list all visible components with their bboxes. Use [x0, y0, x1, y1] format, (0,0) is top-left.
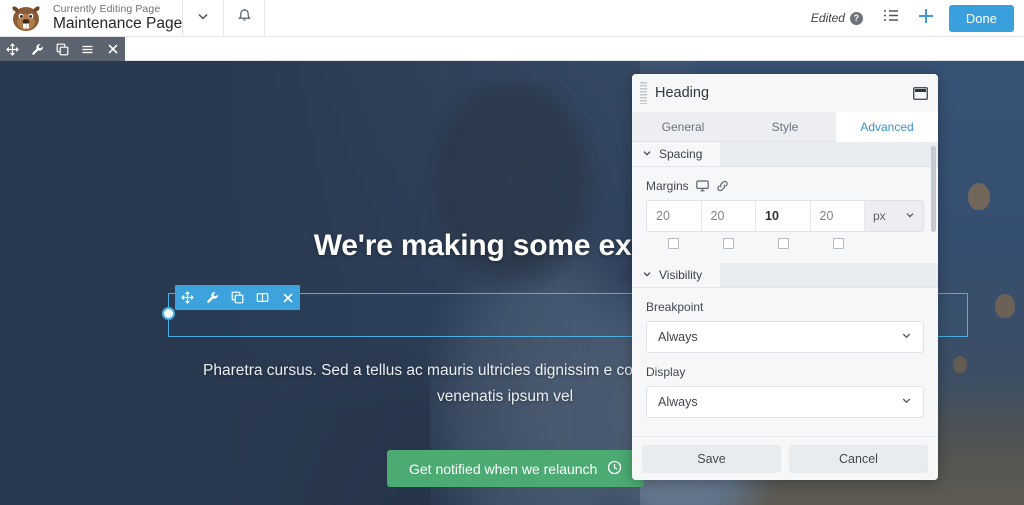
- breakpoint-field: Breakpoint Always: [632, 288, 938, 353]
- chevron-down-icon: [901, 395, 912, 409]
- row-toolbar-actions: [0, 37, 125, 61]
- margin-left-global-checkbox[interactable]: [833, 238, 844, 249]
- margin-left-checkbox-cell: [811, 238, 866, 249]
- edited-label: Edited: [811, 11, 845, 25]
- chevron-down-icon: [901, 330, 912, 344]
- close-icon[interactable]: [275, 285, 300, 310]
- desktop-icon[interactable]: [696, 180, 709, 192]
- section-tab-visibility: Visibility: [632, 263, 720, 287]
- duplicate-icon[interactable]: [50, 37, 75, 61]
- wrench-icon[interactable]: [200, 285, 225, 310]
- margin-bottom-global-checkbox[interactable]: [778, 238, 789, 249]
- done-button[interactable]: Done: [949, 5, 1014, 32]
- margin-right-checkbox-cell: [701, 238, 756, 249]
- breakpoint-select[interactable]: Always: [646, 321, 924, 353]
- display-value: Always: [658, 395, 698, 409]
- unit-spacer: [866, 238, 924, 249]
- page-builder-screen: Currently Editing Page Maintenance Page …: [0, 0, 1024, 505]
- panel-body: Spacing Margins: [632, 142, 938, 436]
- move-icon[interactable]: [175, 285, 200, 310]
- drag-grip-icon[interactable]: [640, 82, 647, 104]
- breakpoint-label: Breakpoint: [646, 300, 924, 314]
- wrench-icon[interactable]: [25, 37, 50, 61]
- margin-bottom-checkbox-cell: [756, 238, 811, 249]
- bell-icon: [237, 8, 252, 29]
- hero-button-label: Get notified when we relaunch: [409, 461, 597, 477]
- outline-panel-button[interactable]: [875, 0, 909, 37]
- columns-icon[interactable]: [250, 285, 275, 310]
- margin-top-checkbox-cell: [646, 238, 701, 249]
- close-icon[interactable]: [100, 37, 125, 61]
- help-question-icon[interactable]: ?: [850, 12, 863, 25]
- module-handle-dot[interactable]: [162, 307, 175, 320]
- margins-unit-value: px: [873, 209, 886, 223]
- tab-advanced[interactable]: Advanced: [836, 112, 938, 142]
- section-tab-spacing: Spacing: [632, 142, 720, 166]
- move-icon[interactable]: [0, 37, 25, 61]
- get-notified-button[interactable]: Get notified when we relaunch: [387, 450, 644, 487]
- display-field: Display Always: [632, 353, 938, 418]
- tab-style[interactable]: Style: [734, 112, 836, 142]
- section-label-spacing: Spacing: [659, 147, 702, 161]
- link-icon[interactable]: [716, 180, 729, 192]
- panel-footer: Save Cancel: [632, 436, 938, 480]
- page-title: Maintenance Page: [53, 16, 182, 32]
- chevron-down-icon: [196, 9, 210, 28]
- section-label-visibility: Visibility: [659, 268, 702, 282]
- margin-right-global-checkbox[interactable]: [723, 238, 734, 249]
- chevron-down-icon: [905, 209, 915, 223]
- margins-label: Margins: [646, 179, 689, 193]
- section-header-visibility[interactable]: Visibility: [632, 263, 938, 288]
- outline-list-icon: [883, 8, 900, 28]
- margins-global-checkbox-row: [646, 238, 924, 249]
- divider: [264, 0, 265, 37]
- module-settings-panel: Heading General Style Advanced Spacin: [632, 74, 938, 480]
- panel-scrollbar-thumb[interactable]: [931, 146, 936, 232]
- cancel-button[interactable]: Cancel: [789, 445, 928, 473]
- brand-block: Currently Editing Page Maintenance Page: [0, 0, 182, 36]
- hamburger-icon[interactable]: [75, 37, 100, 61]
- margin-bottom-input[interactable]: [756, 201, 811, 231]
- section-header-spacing[interactable]: Spacing: [632, 142, 938, 167]
- margin-top-input[interactable]: [647, 201, 702, 231]
- notifications-button[interactable]: [224, 0, 264, 37]
- admin-bar: Currently Editing Page Maintenance Page …: [0, 0, 1024, 37]
- chevron-down-icon: [642, 147, 652, 161]
- brand-text: Currently Editing Page Maintenance Page: [53, 3, 182, 32]
- module-toolbar: [175, 285, 300, 310]
- row-toolbar-bar: [0, 37, 1024, 61]
- clock-icon: [607, 460, 622, 478]
- add-content-button[interactable]: [909, 0, 943, 37]
- tab-general[interactable]: General: [632, 112, 734, 142]
- chevron-down-icon: [642, 268, 652, 282]
- margins-unit-select[interactable]: px: [865, 201, 923, 231]
- margins-field: Margins: [632, 167, 938, 249]
- margin-top-global-checkbox[interactable]: [668, 238, 679, 249]
- display-select[interactable]: Always: [646, 386, 924, 418]
- breakpoint-value: Always: [658, 330, 698, 344]
- plus-icon: [916, 6, 936, 31]
- display-label: Display: [646, 365, 924, 379]
- window-mode-icon[interactable]: [913, 87, 928, 100]
- panel-header: Heading: [632, 74, 938, 112]
- page-switcher-chevron-button[interactable]: [183, 0, 223, 37]
- panel-tabs: General Style Advanced: [632, 112, 938, 142]
- panel-title: Heading: [655, 85, 913, 101]
- editing-context-label: Currently Editing Page: [53, 4, 182, 15]
- margins-label-row: Margins: [646, 179, 924, 193]
- margin-left-input[interactable]: [811, 201, 866, 231]
- margins-input-row: px: [646, 200, 924, 232]
- beaver-logo-icon: [8, 2, 44, 34]
- save-button[interactable]: Save: [642, 445, 781, 473]
- margin-right-input[interactable]: [702, 201, 757, 231]
- edited-status: Edited ?: [811, 11, 863, 25]
- duplicate-icon[interactable]: [225, 285, 250, 310]
